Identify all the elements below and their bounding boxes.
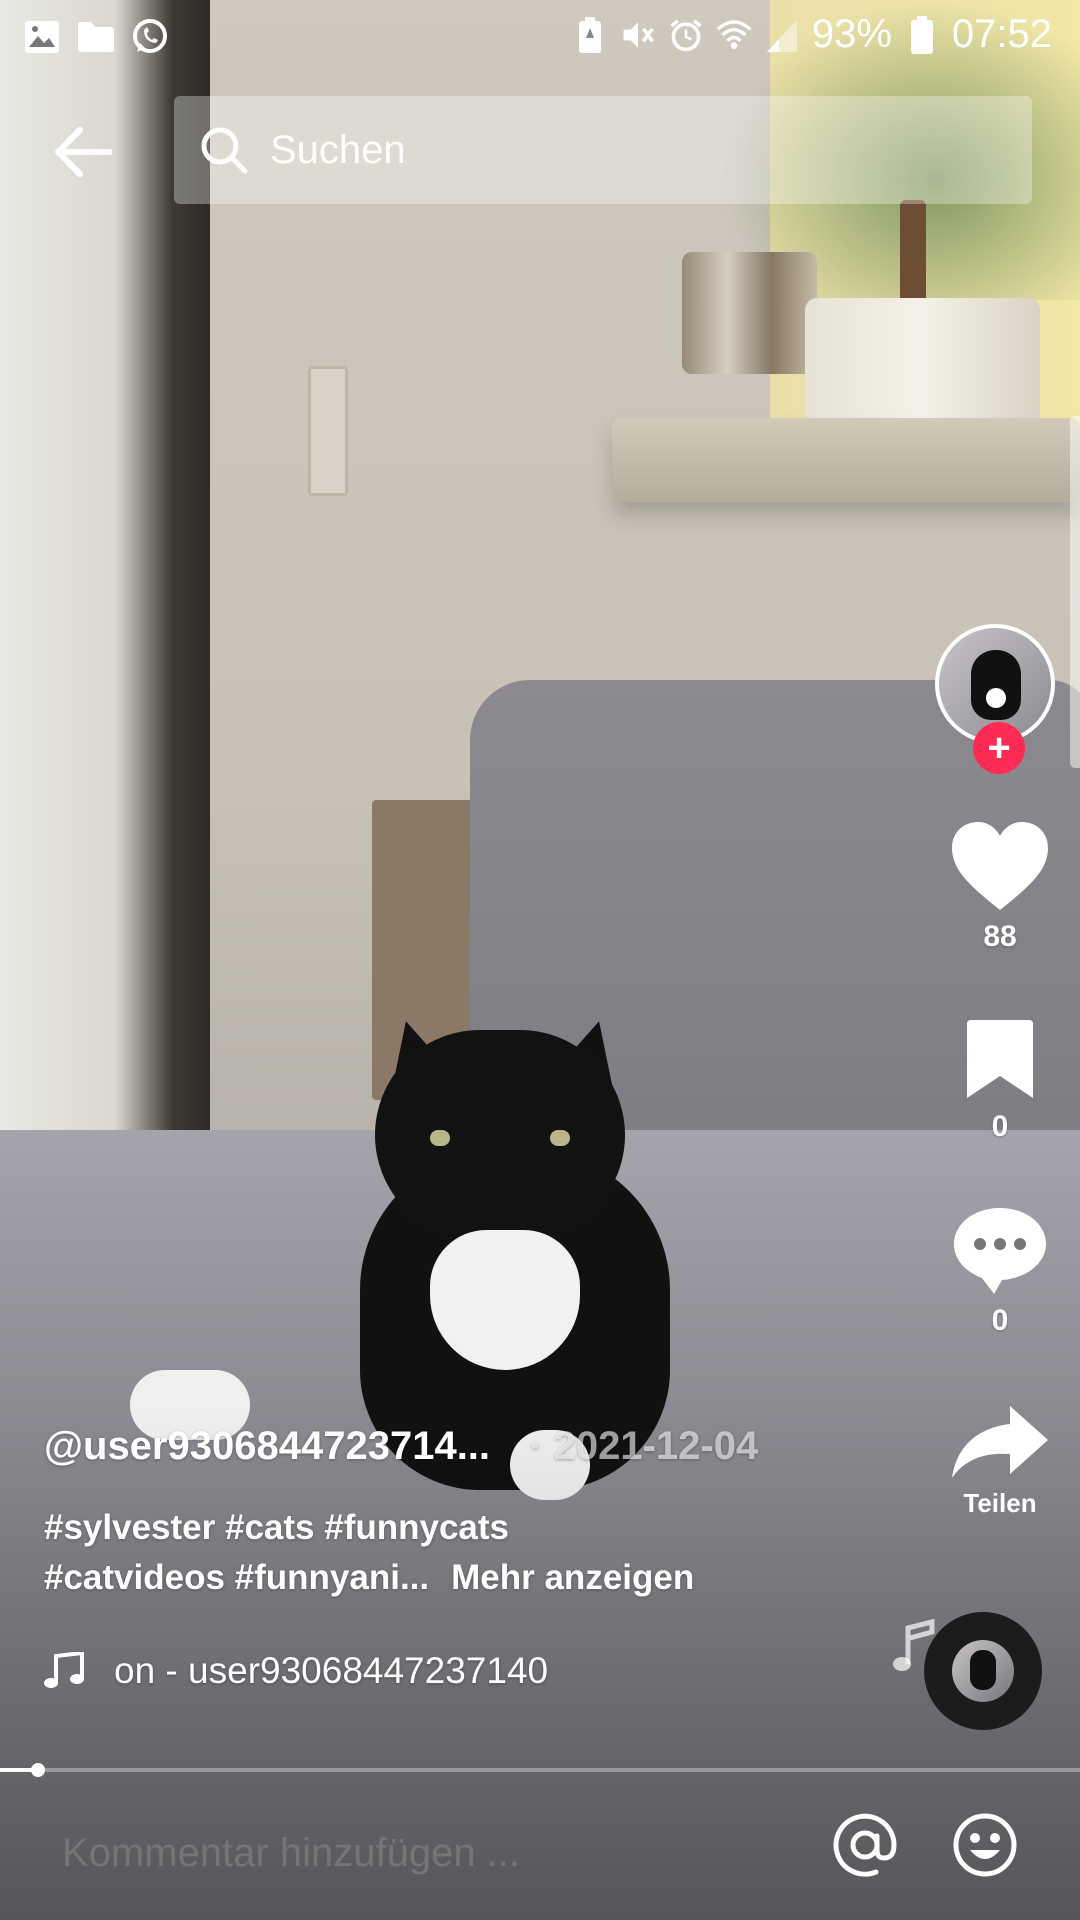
caption-hashtags-line2: #catvideos #funnyani... Mehr anzeigen: [44, 1558, 694, 1598]
smiley-icon: [953, 1813, 1017, 1877]
share-arrow-icon: [952, 1406, 1048, 1478]
like-count: 88: [983, 920, 1017, 953]
username-link[interactable]: @user9306844723714...: [44, 1424, 490, 1468]
music-note-icon: [44, 1652, 84, 1688]
search-placeholder: Suchen: [270, 127, 406, 172]
gallery-icon: [22, 18, 62, 56]
clock: 07:52: [951, 12, 1052, 56]
emoji-button[interactable]: [950, 1810, 1020, 1880]
share-label: Teilen: [963, 1488, 1037, 1518]
edge-scroll-handle[interactable]: [1070, 416, 1080, 768]
comment-input[interactable]: [60, 1830, 784, 1877]
status-right: 93% 07:52: [572, 12, 1052, 57]
battery-saver-icon: [572, 15, 608, 55]
plant-pot: [805, 298, 1040, 436]
status-left-icons: [22, 18, 170, 56]
light-switch: [308, 366, 348, 496]
search-icon: [198, 124, 250, 176]
candle-holder: [682, 252, 817, 374]
music-disc[interactable]: [924, 1612, 1042, 1730]
signal-icon: [764, 15, 800, 55]
like-button[interactable]: 88: [940, 820, 1060, 954]
cat-eye-right: [550, 1130, 570, 1146]
caption-hashtags-line1[interactable]: #sylvester #cats #funnycats: [44, 1508, 509, 1548]
back-button[interactable]: [52, 112, 152, 192]
music-line[interactable]: on - user93068447237140: [44, 1650, 584, 1692]
mute-icon: [620, 15, 656, 55]
avatar-cat-chest: [986, 688, 1006, 708]
wifi-icon: [716, 15, 752, 55]
save-count: 0: [991, 1110, 1009, 1143]
show-more-link[interactable]: Mehr anzeigen: [451, 1558, 694, 1597]
post-date: · 2021-12-04: [529, 1424, 759, 1468]
comment-bar: [0, 1772, 1080, 1920]
alarm-icon: [668, 15, 704, 55]
disc-cat: [970, 1650, 996, 1690]
arrow-left-icon: [55, 127, 112, 177]
mention-button[interactable]: [830, 1810, 900, 1880]
caption-hashtags-line2-text[interactable]: #catvideos #funnyani...: [44, 1558, 429, 1597]
battery-percent: 93%: [811, 12, 892, 56]
whatsapp-icon: [130, 18, 170, 56]
status-bar: 93% 07:52: [0, 0, 1080, 76]
comment-count: 0: [991, 1304, 1009, 1337]
comment-button[interactable]: 0: [940, 1204, 1060, 1338]
cat-eye-left: [430, 1130, 450, 1146]
creator-avatar[interactable]: +: [935, 624, 1059, 774]
at-sign-icon: [833, 1813, 897, 1877]
share-button[interactable]: Teilen: [940, 1404, 1060, 1519]
music-disc-cover: [952, 1640, 1014, 1702]
folder-icon: [76, 18, 116, 56]
music-title: on - user93068447237140: [114, 1650, 549, 1691]
plant-trunk: [900, 200, 926, 305]
heart-icon: [952, 822, 1048, 910]
cat-head: [375, 1030, 625, 1240]
battery-icon: [904, 15, 940, 55]
bookmark-icon: [967, 1020, 1033, 1098]
avatar-cat: [971, 650, 1021, 720]
comment-bubble-icon: [954, 1208, 1046, 1294]
follow-button[interactable]: +: [973, 722, 1025, 774]
search-bar[interactable]: Suchen: [174, 96, 1032, 204]
shelf: [612, 418, 1080, 502]
author-line: @user9306844723714... · 2021-12-04: [44, 1424, 758, 1469]
save-button[interactable]: 0: [940, 1018, 1060, 1144]
